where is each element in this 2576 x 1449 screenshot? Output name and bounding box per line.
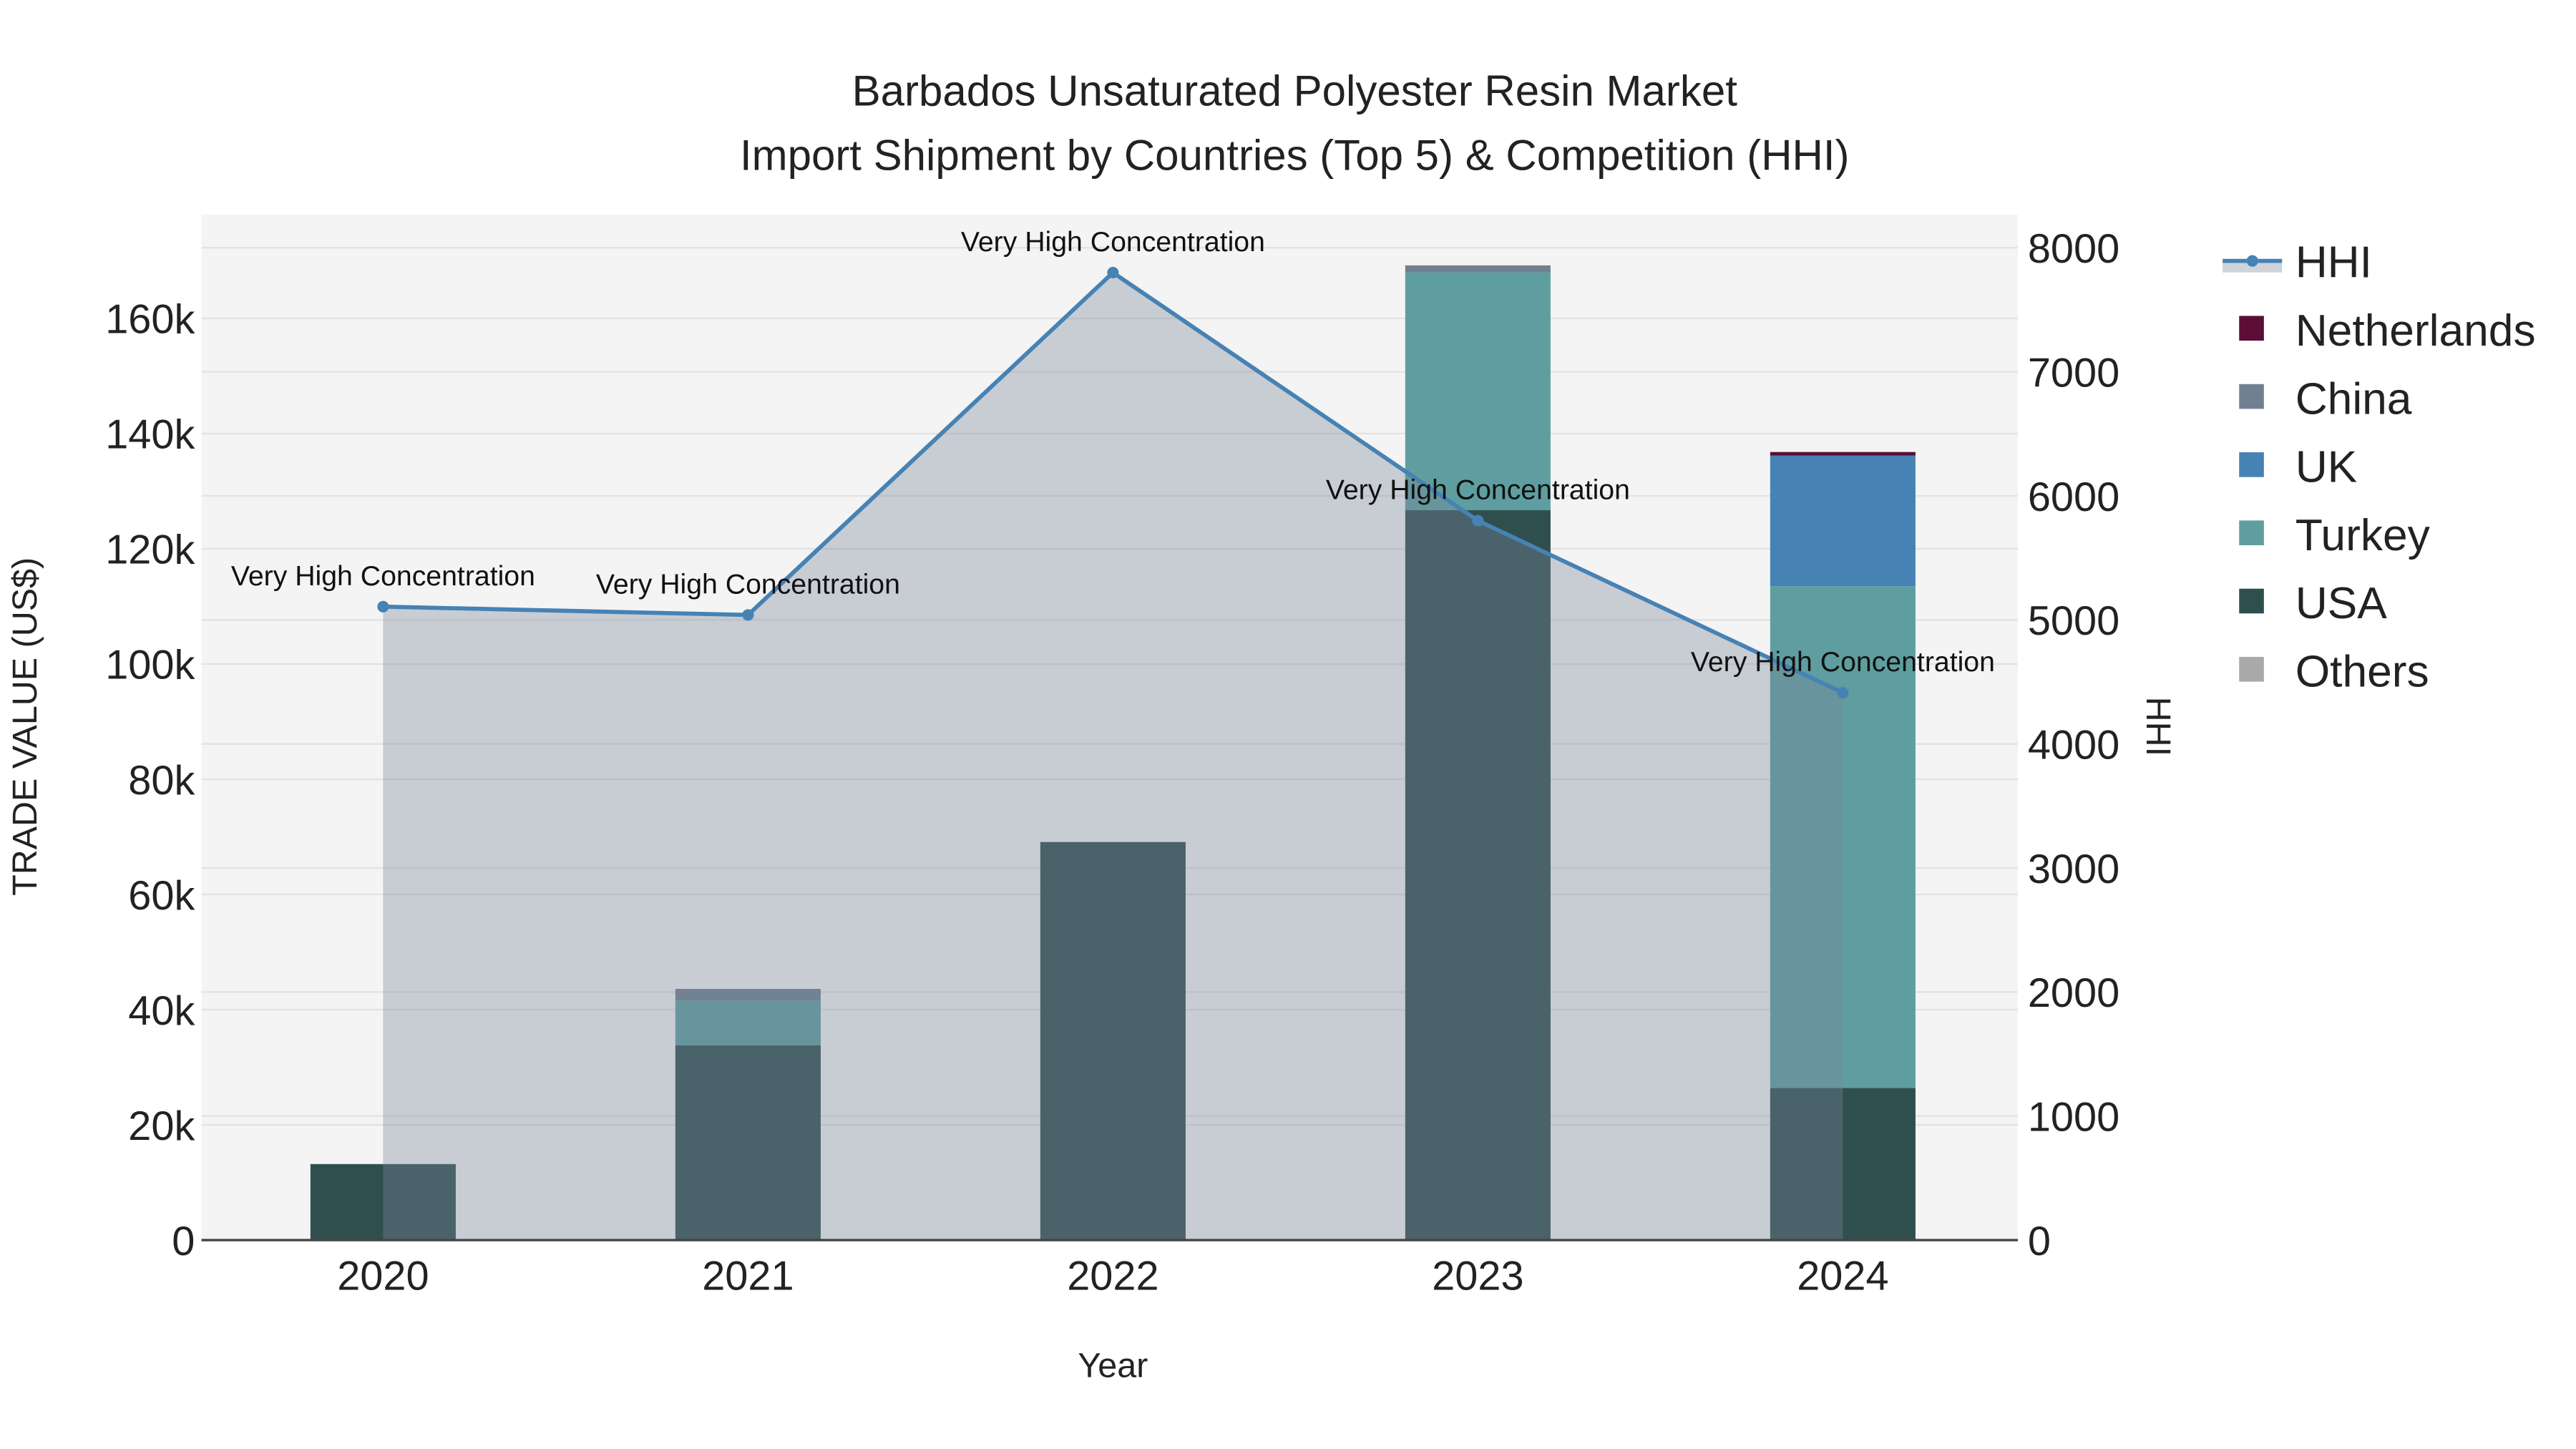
y-tick-label: 20k — [128, 1103, 195, 1149]
y-tick-label: 0 — [172, 1219, 195, 1264]
y2-tick-label: 2000 — [2028, 970, 2119, 1016]
x-tick-label: 2021 — [702, 1253, 794, 1299]
legend-label-turkey: Turkey — [2296, 511, 2431, 560]
hhi-point — [1472, 514, 1484, 527]
hhi-annotation: Very High Concentration — [961, 226, 1265, 258]
legend-swatch-turkey — [2239, 520, 2264, 545]
y-tick-label: 80k — [128, 758, 195, 804]
y-tick-label: 140k — [105, 412, 195, 458]
legend-swatch-usa — [2239, 588, 2264, 614]
y-tick-label: 40k — [128, 988, 195, 1034]
legend-label-hhi: HHI — [2296, 238, 2372, 288]
bar-china — [1405, 265, 1551, 273]
legend-label-netherlands: Netherlands — [2296, 306, 2536, 356]
hhi-annotation: Very High Concentration — [1326, 474, 1630, 506]
y-axis-title: TRADE VALUE (US$) — [6, 557, 44, 896]
hhi-point — [1837, 687, 1849, 699]
chart-subtitle: Import Shipment by Countries (Top 5) & C… — [740, 132, 1850, 180]
hhi-point — [1107, 266, 1119, 279]
bar-uk — [1770, 455, 1916, 587]
y2-tick-label: 8000 — [2028, 226, 2119, 272]
y2-axis-title: HHI — [2139, 697, 2177, 756]
legend-label-uk: UK — [2296, 443, 2358, 492]
legend-label-usa: USA — [2296, 579, 2388, 628]
x-axis-title: Year — [1078, 1347, 1148, 1385]
x-tick-label: 2020 — [337, 1253, 429, 1299]
y2-tick-label: 6000 — [2028, 474, 2119, 520]
legend-swatch-netherlands — [2239, 316, 2264, 341]
y-tick-label: 100k — [105, 643, 195, 688]
chart: Barbados Unsaturated Polyester Resin Mar… — [0, 0, 2576, 1449]
hhi-point — [742, 609, 754, 621]
legend-swatch-hhi-marker — [2246, 255, 2258, 267]
hhi-annotation: Very High Concentration — [596, 568, 900, 600]
hhi-point — [377, 600, 389, 613]
x-tick-label: 2023 — [1432, 1253, 1523, 1299]
legend-swatch-uk — [2239, 452, 2264, 477]
legend-swatch-others — [2239, 657, 2264, 682]
x-tick-label: 2024 — [1797, 1253, 1888, 1299]
y-tick-label: 160k — [105, 297, 195, 343]
y2-tick-label: 7000 — [2028, 350, 2119, 396]
y2-tick-label: 0 — [2028, 1219, 2051, 1264]
y-tick-label: 60k — [128, 873, 195, 919]
hhi-annotation: Very High Concentration — [1691, 646, 1995, 678]
y2-tick-label: 3000 — [2028, 847, 2119, 892]
y2-tick-label: 1000 — [2028, 1094, 2119, 1140]
bar-netherlands — [1770, 452, 1916, 456]
chart-title: Barbados Unsaturated Polyester Resin Mar… — [852, 67, 1738, 115]
x-tick-label: 2022 — [1067, 1253, 1158, 1299]
legend-swatch-china — [2239, 384, 2264, 409]
y-tick-label: 120k — [105, 527, 195, 573]
legend-label-others: Others — [2296, 648, 2429, 697]
legend-label-china: China — [2296, 374, 2412, 424]
y2-tick-label: 4000 — [2028, 722, 2119, 768]
y2-tick-label: 5000 — [2028, 598, 2119, 644]
hhi-annotation: Very High Concentration — [231, 560, 535, 592]
